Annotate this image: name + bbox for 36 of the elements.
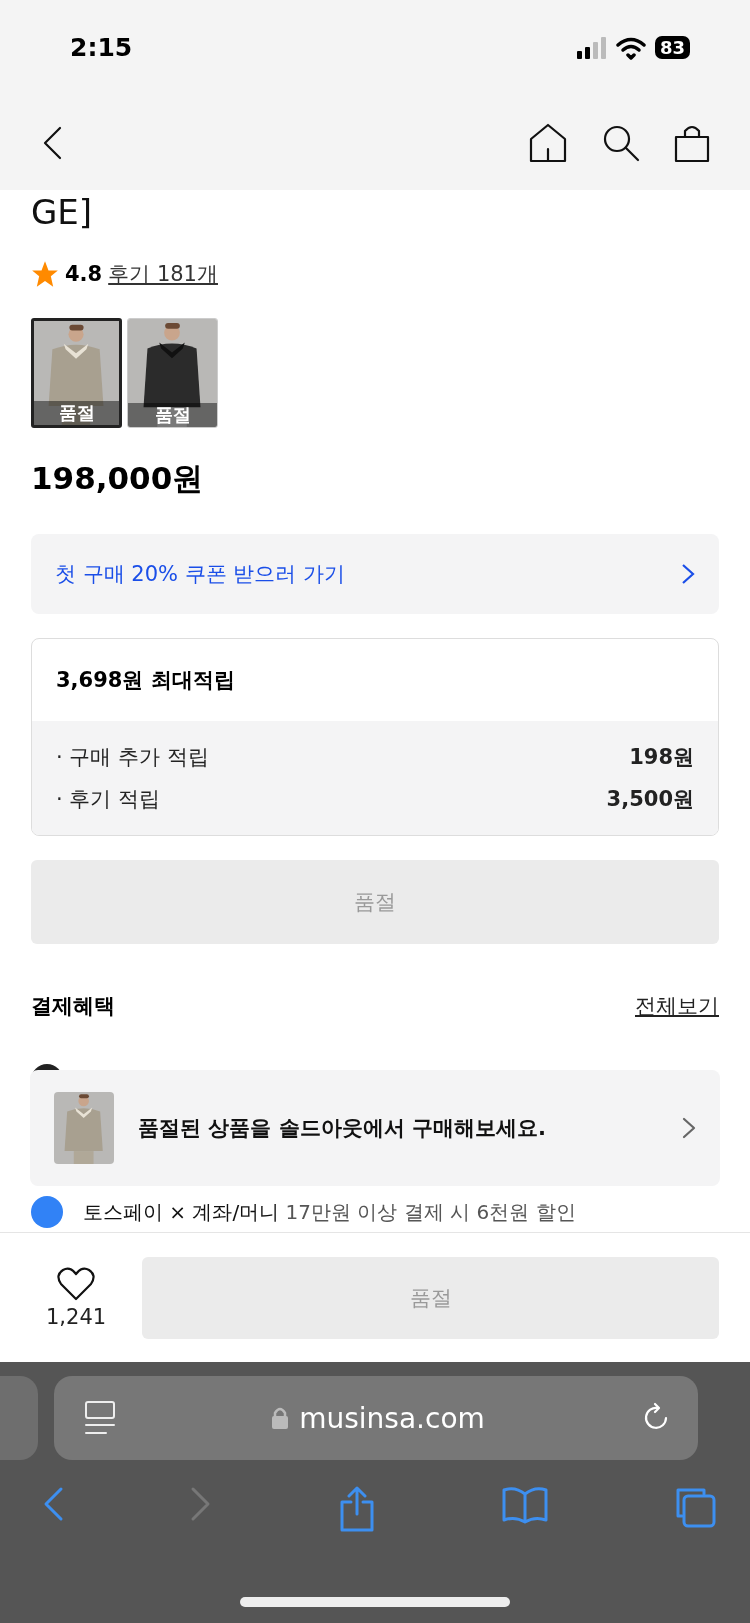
star-icon <box>31 260 59 288</box>
reviews-link[interactable]: 후기 181개 <box>108 260 218 288</box>
points-value: 3,500원 <box>606 786 694 813</box>
price: 198,000원 <box>31 459 205 498</box>
book-icon[interactable] <box>502 1486 548 1524</box>
variant-thumbnail[interactable]: 품절 <box>127 318 218 428</box>
chevron-right-icon <box>681 563 695 585</box>
view-all-link[interactable]: 전체보기 <box>635 992 719 1020</box>
variant-thumbnail[interactable]: 품절 <box>31 318 122 428</box>
status-time: 2:15 <box>70 33 133 62</box>
points-label: · 후기 적립 <box>56 786 161 813</box>
reader-icon[interactable] <box>84 1400 116 1436</box>
tabs-icon[interactable] <box>674 1486 716 1528</box>
points-label: · 구매 추가 적립 <box>56 744 209 771</box>
banner-text: 품절된 상품을 솔드아웃에서 구매해보세요. <box>138 1115 547 1142</box>
product-title: GE] <box>31 192 94 232</box>
lock-icon <box>271 1406 290 1430</box>
search-icon[interactable] <box>602 123 640 162</box>
signal-icon <box>576 36 607 59</box>
url-text: musinsa.com <box>299 1401 485 1435</box>
wifi-icon <box>614 35 647 60</box>
sold-out-label: 품절 <box>128 403 217 427</box>
heart-icon[interactable] <box>57 1266 96 1301</box>
sold-out-label: 품절 <box>34 401 119 425</box>
like-count: 1,241 <box>46 1304 107 1329</box>
address-bar[interactable]: musinsa.com <box>54 1376 698 1460</box>
points-total: 3,698원 최대적립 <box>55 667 236 694</box>
payment-benefit: 토스페이 × 계좌/머니 17만원 이상 결제 시 6천원 할인 <box>83 1198 576 1226</box>
home-icon[interactable] <box>528 122 568 163</box>
battery-icon: 83 <box>654 36 690 59</box>
rating-score: 4.8 <box>65 262 103 286</box>
coupon-link[interactable]: 첫 구매 20% 쿠폰 받으러 가기 <box>31 534 719 614</box>
section-title: 결제혜택 <box>31 993 115 1020</box>
chevron-right-icon <box>682 1117 696 1139</box>
share-icon[interactable] <box>338 1486 376 1532</box>
points-value: 198원 <box>629 744 694 771</box>
